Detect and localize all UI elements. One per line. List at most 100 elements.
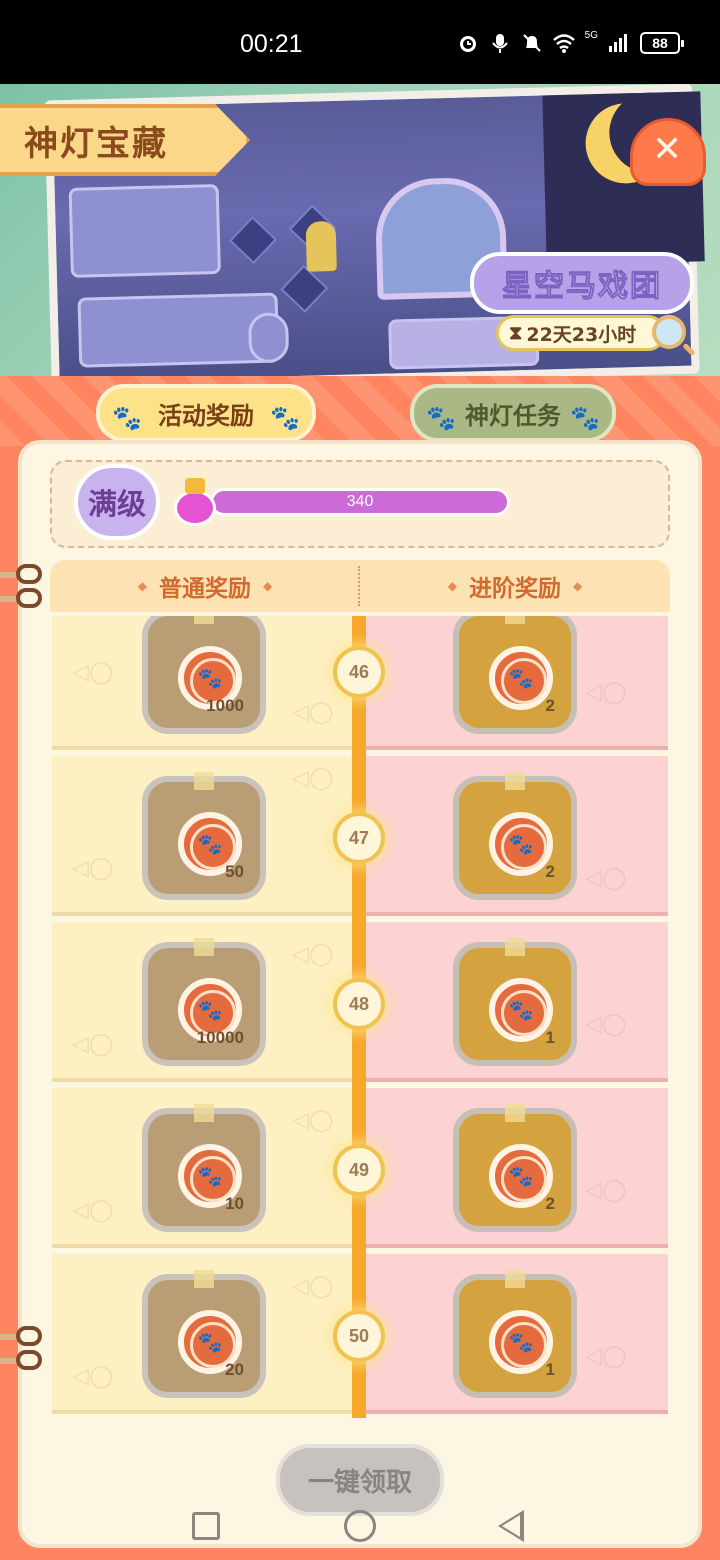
level-node: 49	[333, 1144, 385, 1196]
wifi-icon	[552, 34, 575, 53]
fish-icon: ◁◯	[585, 1344, 627, 1369]
potion-cork	[185, 478, 205, 494]
advanced-reward-item[interactable]: 🐾 2	[453, 1104, 577, 1232]
magnifier-icon[interactable]	[652, 315, 686, 349]
fish-icon: ◁◯	[585, 1012, 627, 1037]
reward-columns-header: ◆ 普通奖励 ◆ ◆ 进阶奖励 ◆	[50, 560, 670, 612]
reward-quantity: 1000	[206, 696, 244, 715]
home-icon[interactable]	[344, 1510, 376, 1542]
tape-decor	[194, 1104, 214, 1122]
paw-icon: 🐾	[508, 832, 534, 856]
paw-icon: 🐾	[197, 1164, 223, 1188]
diamond-icon: ◆	[573, 579, 583, 593]
binder-rings	[0, 564, 44, 612]
cabinet-decor	[68, 183, 221, 278]
trophy-decor	[305, 220, 337, 272]
tab-label: 活动奖励	[158, 401, 254, 430]
fish-icon: ◁◯	[585, 1178, 627, 1203]
reward-quantity: 50	[225, 862, 244, 881]
fish-icon: ◁◯	[292, 700, 334, 725]
page-title: 神灯宝藏	[24, 123, 168, 164]
diamond-icon: ◆	[263, 579, 273, 593]
level-node: 50	[333, 1310, 385, 1362]
advanced-cell: ◁◯ 🐾 2	[365, 1088, 668, 1248]
advanced-cell: ◁◯ 🐾 1	[365, 922, 668, 1082]
binder-rings	[0, 1326, 44, 1374]
status-bar: 00:21 5G 88	[0, 0, 720, 84]
advanced-cell: ◁◯ 🐾 1	[365, 1254, 668, 1414]
tab-label: 神灯任务	[465, 401, 561, 430]
paw-icon: 🐾	[508, 998, 534, 1022]
normal-cell: ◁◯ ◁◯ 🐾 10000	[52, 922, 355, 1082]
diamond-icon: ◆	[137, 579, 147, 593]
paw-icon: 🐾	[197, 1330, 223, 1354]
paw-icon: 🐾	[197, 998, 223, 1022]
paw-icon: 🐾	[197, 666, 223, 690]
advanced-reward-item[interactable]: 🐾 1	[453, 1270, 577, 1398]
paw-icon: 🐾	[508, 1164, 534, 1188]
fish-icon: ◁◯	[585, 866, 627, 891]
recents-icon[interactable]	[192, 1512, 220, 1540]
ring-decor	[16, 564, 42, 584]
level-progress-bar: 340	[210, 488, 510, 516]
tape-decor	[505, 772, 525, 790]
advanced-reward-item[interactable]: 🐾 2	[453, 772, 577, 900]
fish-icon: ◁◯	[292, 766, 334, 791]
diamond-icon: ◆	[447, 579, 457, 593]
reward-quantity: 2	[545, 1194, 555, 1213]
reward-quantity: 10000	[196, 1028, 244, 1047]
fish-icon: ◁◯	[72, 660, 114, 685]
back-icon[interactable]	[498, 1510, 524, 1542]
level-node: 48	[333, 978, 385, 1030]
fish-icon: ◁◯	[72, 1364, 114, 1389]
normal-cell: ◁◯ ◁◯ 🐾 20	[52, 1254, 355, 1414]
progress-value: 340	[346, 493, 374, 510]
advanced-reward-item[interactable]: 🐾 1	[453, 938, 577, 1066]
normal-reward-item[interactable]: 🐾 1000	[142, 616, 266, 734]
tape-decor	[194, 1270, 214, 1288]
event-name-badge: 星空马戏团	[470, 252, 694, 314]
hourglass-icon: ⧗	[509, 322, 523, 344]
potion-icon	[172, 478, 218, 526]
page-title-tag: 神灯宝藏	[0, 104, 250, 176]
close-button[interactable]: ✕	[630, 108, 706, 186]
fish-icon: ◁◯	[72, 1198, 114, 1223]
normal-cell: ◁◯ ◁◯ 🐾 1000	[52, 616, 355, 750]
level-node: 47	[333, 812, 385, 864]
reward-quantity: 2	[545, 862, 555, 881]
signal-icon	[609, 34, 627, 52]
alarm-icon	[459, 36, 476, 52]
countdown-text: 22天23小时	[526, 323, 637, 346]
system-nav-bar	[0, 1500, 720, 1560]
reward-quantity: 10	[225, 1194, 244, 1213]
tape-decor	[505, 938, 525, 956]
normal-reward-item[interactable]: 🐾 10	[142, 1104, 266, 1232]
advanced-cell: ◁◯ 🐾 2	[365, 616, 668, 750]
ring-decor	[16, 1326, 42, 1346]
normal-reward-item[interactable]: 🐾 10000	[142, 938, 266, 1066]
network-type: 5G	[584, 29, 598, 41]
potion-flask	[174, 490, 216, 526]
fish-icon: ◁◯	[292, 1274, 334, 1299]
mute-icon	[522, 34, 541, 52]
level-node-number: 48	[348, 993, 370, 1014]
claim-all-label: 一键领取	[307, 1467, 412, 1498]
level-badge: 满级	[74, 464, 160, 540]
normal-reward-item[interactable]: 🐾 50	[142, 772, 266, 900]
tab-activity-rewards[interactable]: 🐾 活动奖励 🐾	[96, 384, 316, 442]
normal-cell: ◁◯ ◁◯ 🐾 10	[52, 1088, 355, 1248]
normal-reward-item[interactable]: 🐾 20	[142, 1270, 266, 1398]
reward-quantity: 20	[225, 1360, 244, 1379]
advanced-reward-item[interactable]: 🐾 2	[453, 616, 577, 734]
tab-lamp-tasks[interactable]: 🐾 神灯任务 🐾	[410, 384, 616, 442]
reward-quantity: 1	[545, 1360, 555, 1379]
tape-decor	[194, 938, 214, 956]
diamond-decor	[229, 216, 278, 265]
close-icon: ✕	[652, 129, 683, 170]
ring-decor	[16, 1350, 42, 1370]
tape-decor	[505, 1104, 525, 1122]
advanced-column-title: 进阶奖励	[469, 576, 561, 602]
fish-icon: ◁◯	[292, 942, 334, 967]
level-node: 46	[333, 646, 385, 698]
ring-decor	[16, 588, 42, 608]
